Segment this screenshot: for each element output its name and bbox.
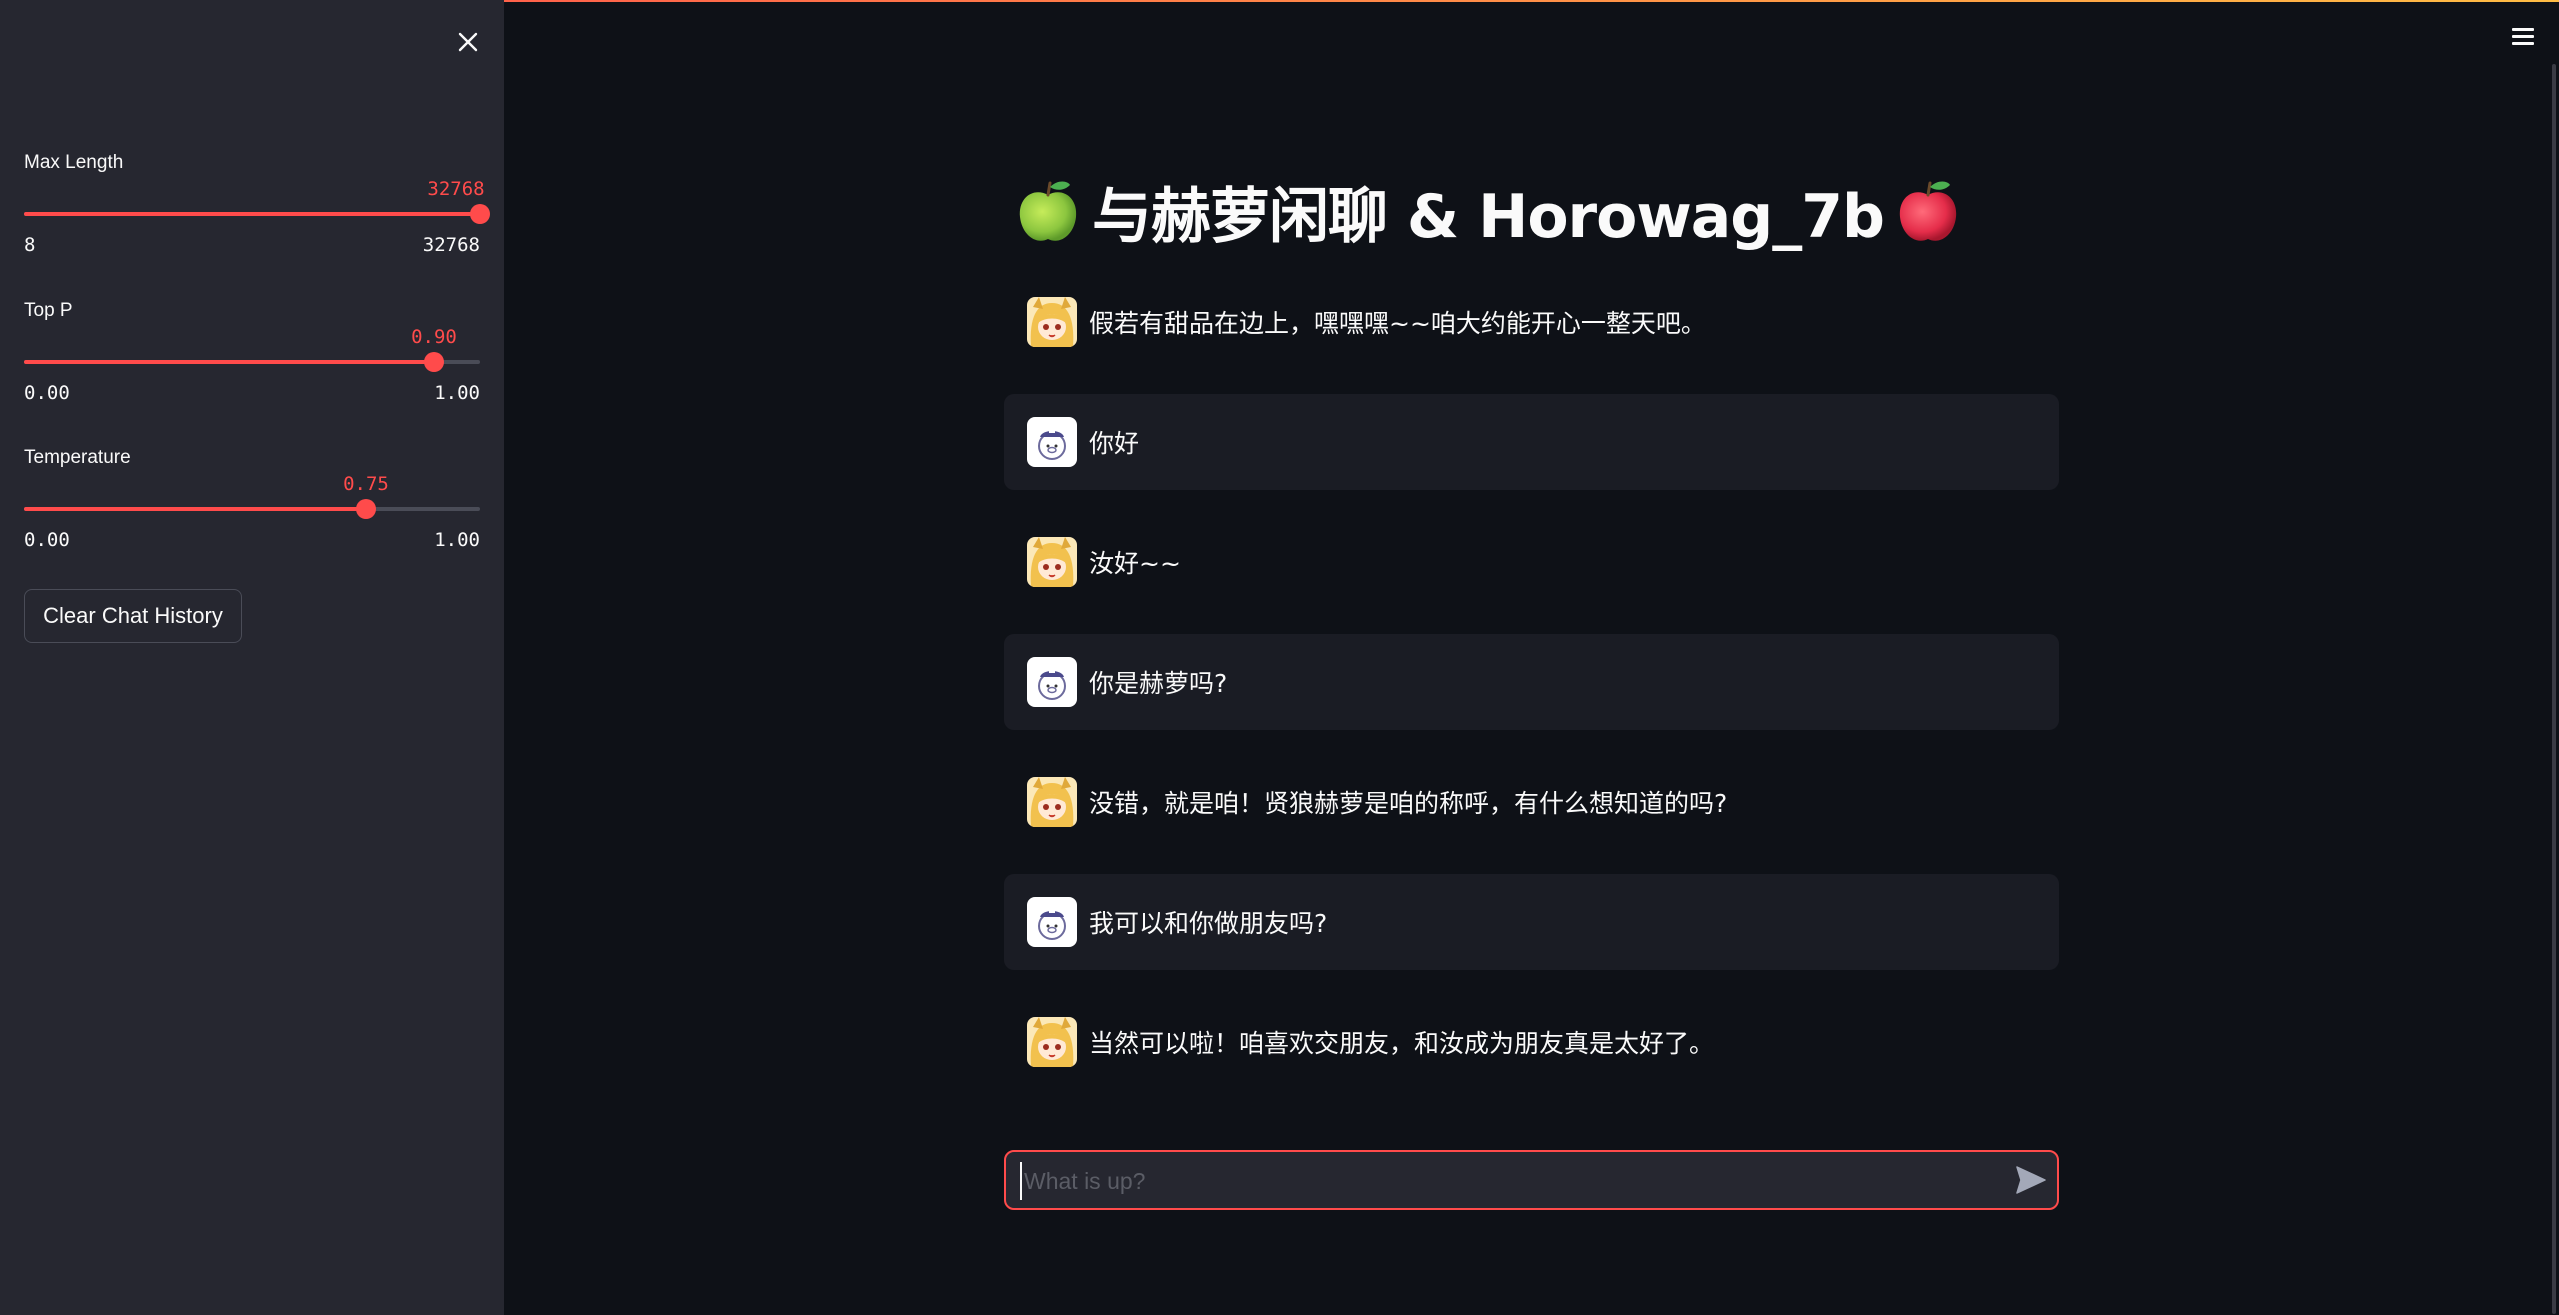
slider-label: Max Length: [24, 152, 124, 173]
slider-value: 32768: [427, 178, 485, 200]
main-menu-button[interactable]: [2508, 22, 2540, 50]
bear-avatar-icon: [1027, 657, 1077, 707]
temperature-slider: Temperature 0.75 0.00 1.00: [24, 447, 480, 557]
message-text: 我可以和你做朋友吗?: [1089, 909, 1328, 938]
chat-input-container: [1004, 1150, 2059, 1210]
slider-value: 0.90: [411, 326, 457, 348]
slider-label: Temperature: [24, 447, 131, 468]
scrollbar[interactable]: [2552, 64, 2556, 1314]
chat-message-user: 我可以和你做朋友吗?: [1004, 874, 2059, 970]
slider-fill: [24, 360, 434, 364]
anime-girl-avatar-icon: [1027, 297, 1077, 347]
clear-chat-history-button[interactable]: Clear Chat History: [24, 589, 242, 643]
message-text: 你好: [1089, 429, 1140, 458]
red-apple-icon: [1899, 181, 1957, 241]
slider-fill: [24, 212, 480, 216]
anime-girl-avatar-icon: [1027, 537, 1077, 587]
slider-max: 32768: [422, 234, 480, 256]
message-text: 汝好~~: [1089, 549, 1181, 578]
page-title: 与赫萝闲聊 & Horowag_7b: [1012, 166, 1964, 256]
green-apple-icon: [1019, 181, 1077, 241]
anime-girl-avatar-icon: [1027, 1017, 1077, 1067]
send-icon: [2016, 1166, 2046, 1194]
user-avatar: [1027, 897, 1077, 947]
slider-track[interactable]: [24, 352, 480, 372]
user-avatar: [1027, 417, 1077, 467]
max-length-slider: Max Length 32768 8 32768: [24, 152, 490, 262]
slider-max: 1.00: [434, 382, 480, 404]
chat-input[interactable]: [1020, 1162, 1986, 1200]
slider-min: 8: [24, 234, 36, 256]
assistant-avatar: [1027, 537, 1077, 587]
chat-message-assistant: 没错，就是咱！贤狼赫萝是咱的称呼，有什么想知道的吗?: [1004, 754, 2059, 850]
message-text: 假若有甜品在边上，嘿嘿嘿~~咱大约能开心一整天吧。: [1089, 309, 1706, 338]
chat-message-assistant: 当然可以啦！咱喜欢交朋友，和汝成为朋友真是太好了。: [1004, 994, 2059, 1090]
assistant-avatar: [1027, 1017, 1077, 1067]
close-sidebar-button[interactable]: [448, 22, 488, 62]
bear-avatar-icon: [1027, 897, 1077, 947]
slider-thumb[interactable]: [470, 204, 490, 224]
slider-track[interactable]: [24, 499, 480, 519]
message-text: 没错，就是咱！贤狼赫萝是咱的称呼，有什么想知道的吗?: [1089, 789, 1728, 818]
slider-min: 0.00: [24, 382, 70, 404]
anime-girl-avatar-icon: [1027, 777, 1077, 827]
chat-message-user: 你好: [1004, 394, 2059, 490]
bear-avatar-icon: [1027, 417, 1077, 467]
title-text: 与赫萝闲聊 & Horowag_7b: [1092, 181, 1885, 252]
slider-min: 0.00: [24, 529, 70, 551]
slider-value: 0.75: [343, 473, 389, 495]
user-avatar: [1027, 657, 1077, 707]
assistant-avatar: [1027, 297, 1077, 347]
close-icon: [458, 32, 478, 52]
sidebar: Max Length 32768 8 32768 Top P 0.90 0.00…: [0, 0, 504, 1315]
slider-track[interactable]: [24, 204, 490, 224]
slider-label: Top P: [24, 300, 73, 321]
message-text: 当然可以啦！咱喜欢交朋友，和汝成为朋友真是太好了。: [1089, 1029, 1715, 1058]
slider-thumb[interactable]: [356, 499, 376, 519]
message-text: 你是赫萝吗?: [1089, 669, 1228, 698]
slider-fill: [24, 507, 366, 511]
assistant-avatar: [1027, 777, 1077, 827]
chat-message-user: 你是赫萝吗?: [1004, 634, 2059, 730]
slider-thumb[interactable]: [424, 352, 444, 372]
chat-message-assistant: 假若有甜品在边上，嘿嘿嘿~~咱大约能开心一整天吧。: [1004, 274, 2059, 370]
send-button[interactable]: [2014, 1164, 2048, 1196]
slider-max: 1.00: [434, 529, 480, 551]
chat-message-assistant: 汝好~~: [1004, 514, 2059, 610]
top-p-slider: Top P 0.90 0.00 1.00: [24, 300, 480, 410]
